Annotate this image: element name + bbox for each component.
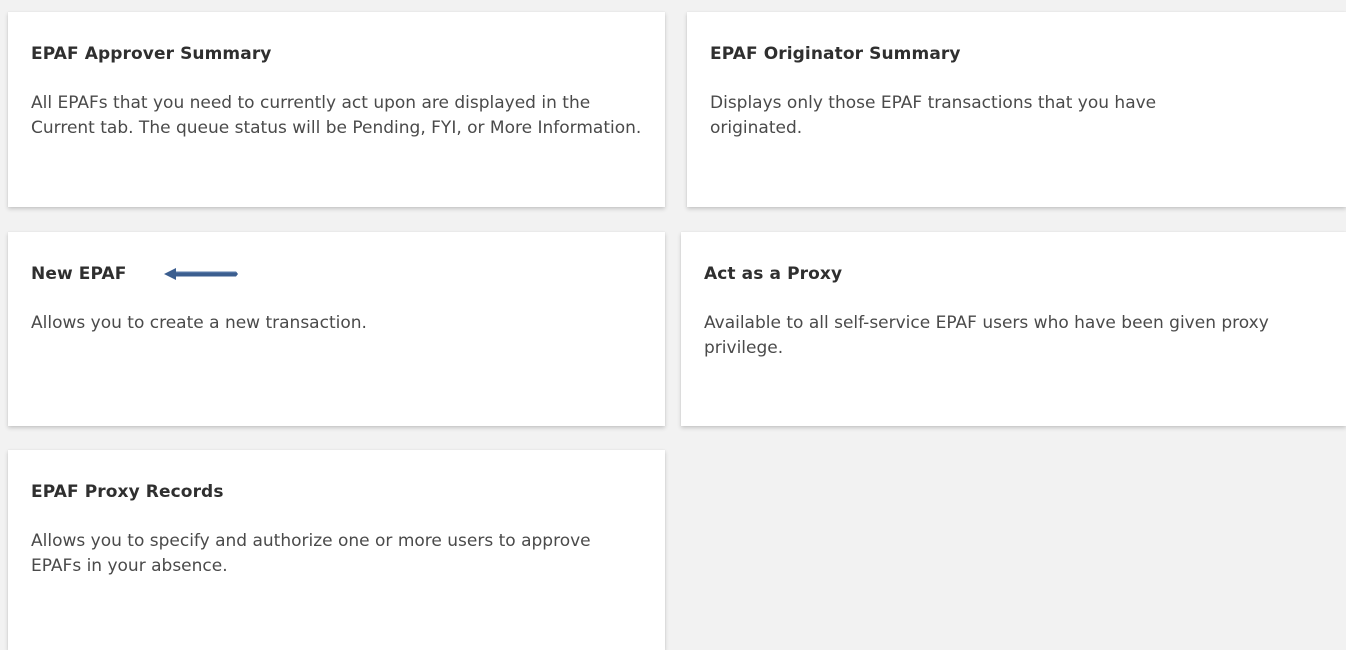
new-epaf-card[interactable]: New EPAF Allows you to create a new tran… — [8, 232, 665, 426]
card-title: New EPAF — [31, 264, 127, 284]
card-title: Act as a Proxy — [704, 264, 843, 284]
card-title: EPAF Approver Summary — [31, 44, 272, 64]
act-as-proxy-card[interactable]: Act as a Proxy Available to all self-ser… — [681, 232, 1346, 426]
card-description: All EPAFs that you need to currently act… — [31, 93, 642, 138]
card-title-row: New EPAF — [31, 264, 641, 284]
card-description: Allows you to specify and authorize one … — [31, 531, 591, 576]
card-title: EPAF Proxy Records — [31, 482, 224, 502]
epaf-approver-summary-card[interactable]: EPAF Approver Summary All EPAFs that you… — [8, 12, 665, 207]
card-description: Available to all self-service EPAF users… — [704, 313, 1269, 358]
epaf-proxy-records-card[interactable]: EPAF Proxy Records Allows you to specify… — [8, 450, 665, 650]
left-arrow-icon — [164, 268, 239, 280]
epaf-originator-summary-card[interactable]: EPAF Originator Summary Displays only th… — [687, 12, 1346, 207]
epaf-dashboard: EPAF Approver Summary All EPAFs that you… — [0, 0, 1346, 650]
card-description: Displays only those EPAF transactions th… — [710, 93, 1157, 138]
card-description: Allows you to create a new transaction. — [31, 313, 367, 333]
card-title: EPAF Originator Summary — [710, 44, 961, 64]
